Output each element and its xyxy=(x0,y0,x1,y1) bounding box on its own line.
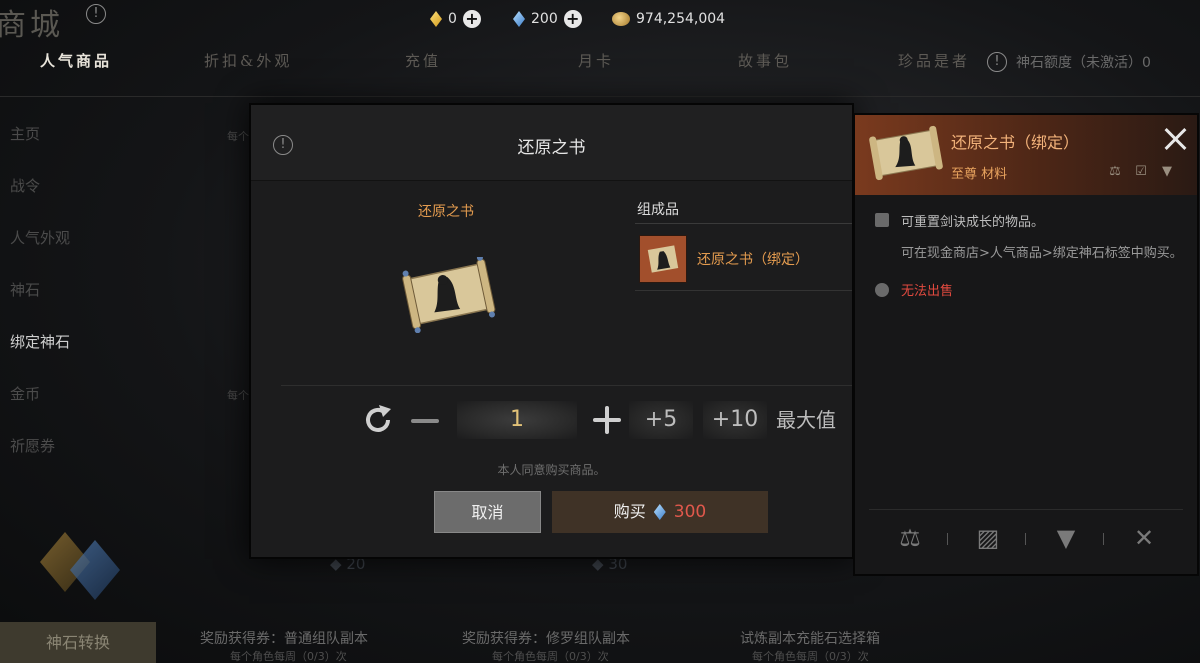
sidebar-item-divine-stone[interactable]: 神石 xyxy=(0,266,170,318)
tab-recharge[interactable]: 充值 xyxy=(405,50,441,71)
quantity-input[interactable]: 1 xyxy=(457,401,577,439)
detail-mini-icons: ⚖ ☑ ▼ xyxy=(1107,165,1175,179)
blue-gem-amount: 200 xyxy=(531,11,558,27)
scroll-item-icon xyxy=(402,257,496,333)
buy-price: 300 xyxy=(673,502,707,522)
plus-5-button[interactable]: +5 xyxy=(629,401,693,439)
description-icon xyxy=(875,213,889,227)
tools-icon[interactable]: ✕ xyxy=(1127,523,1161,553)
currency-gold-coin: 974,254,004 xyxy=(612,8,725,30)
gold-coin-icon xyxy=(612,12,630,26)
sidebar-item-bound-divine-stone[interactable]: 绑定神石 xyxy=(0,318,170,370)
tab-treasure[interactable]: 珍品是者 xyxy=(898,50,970,71)
list-item-title[interactable]: 奖励获得券：普通组队副本 xyxy=(200,628,368,648)
gold-gem-amount: 0 xyxy=(448,11,457,27)
anvil-icon[interactable]: ▼ xyxy=(1049,523,1083,553)
component-row[interactable]: 还原之书（绑定） xyxy=(635,229,852,291)
sidebar-item-home[interactable]: 主页 xyxy=(0,110,170,162)
dialog-header: ! 还原之书 xyxy=(251,105,852,181)
max-quantity-button[interactable]: 最大值 xyxy=(776,401,836,439)
shop-info-icon[interactable]: ! xyxy=(86,4,106,24)
divider xyxy=(281,385,852,386)
sidebar-item-wish-ticket[interactable]: 祈愿券 xyxy=(0,422,170,474)
list-item-title[interactable]: 试炼副本充能石选择箱 xyxy=(740,628,880,648)
add-gold-gem-button[interactable]: + xyxy=(462,10,481,28)
list-item-title[interactable]: 奖励获得券：修罗组队副本 xyxy=(462,628,630,648)
increase-quantity-button[interactable] xyxy=(589,403,625,437)
gold-gem-icon xyxy=(430,11,442,27)
divider xyxy=(635,223,852,224)
detail-header: 还原之书（绑定） 至尊 材料 ⚖ ☑ ▼ xyxy=(855,115,1197,195)
item-detail-panel: 还原之书（绑定） 至尊 材料 ⚖ ☑ ▼ 可重置剑诀成长的物品。 可在现金商店>… xyxy=(853,113,1199,576)
quantity-stepper: 1 +5 +10 最大值 xyxy=(361,401,851,441)
scale-icon[interactable]: ⚖ xyxy=(893,523,927,553)
list-item-limit: 每个角色每周（0/3）次 xyxy=(752,650,869,663)
list-item-limit: 每个角色每周（0/3）次 xyxy=(492,650,609,663)
blue-gem-icon xyxy=(653,504,666,520)
component-scroll-icon xyxy=(639,235,687,283)
currency-gold-gem: 0 + xyxy=(430,8,481,30)
top-bar: 商城 ! 0 + 200 + 974,254,004 xyxy=(0,0,1200,43)
item-name: 还原之书 xyxy=(418,204,474,220)
unsellable-text: 无法出售 xyxy=(901,284,954,299)
buy-button[interactable]: 购买 300 xyxy=(552,491,768,533)
dialog-title: 还原之书 xyxy=(517,138,586,158)
each-label: 每个 xyxy=(227,389,249,402)
tab-monthly-card[interactable]: 月卡 xyxy=(578,50,614,71)
quota-info-icon[interactable]: ! xyxy=(987,52,1007,72)
cancel-button[interactable]: 取消 xyxy=(434,491,541,533)
detail-scroll-icon xyxy=(869,125,943,181)
tab-story-pack[interactable]: 故事包 xyxy=(738,50,792,71)
plus-10-button[interactable]: +10 xyxy=(703,401,767,439)
category-tabs: 人气商品 折扣&外观 充值 月卡 故事包 珍品是者 ! 神石额度（未激活）0 xyxy=(0,50,1200,78)
divider xyxy=(1025,533,1026,545)
sidebar-item-gold[interactable]: 金币 xyxy=(0,370,170,422)
detail-item-grade: 至尊 材料 xyxy=(951,167,1008,182)
item-description: 可重置剑诀成长的物品。 xyxy=(901,215,1045,230)
divider xyxy=(947,533,948,545)
detail-item-name: 还原之书（绑定） xyxy=(951,133,1080,152)
component-name: 还原之书（绑定） xyxy=(697,252,809,268)
reset-quantity-icon[interactable] xyxy=(361,403,395,437)
tab-popular[interactable]: 人气商品 xyxy=(40,50,112,71)
sidebar: 主页 战令 人气外观 神石 绑定神石 金币 祈愿券 xyxy=(0,110,170,474)
quota-text: 神石额度（未激活）0 xyxy=(1016,55,1151,71)
sidebar-item-battle-pass[interactable]: 战令 xyxy=(0,162,170,214)
scale-icon: ⚖ xyxy=(1109,164,1121,179)
detail-actions: ⚖ ▨ ▼ ✕ xyxy=(855,519,1197,559)
divine-stone-crystal-icon xyxy=(40,532,125,602)
agree-text: 本人同意购买商品。 xyxy=(497,463,606,477)
sword-box-icon[interactable]: ▨ xyxy=(971,523,1005,553)
blue-gem-icon xyxy=(513,11,525,27)
sidebar-item-popular-appearance[interactable]: 人气外观 xyxy=(0,214,170,266)
divider xyxy=(1103,533,1104,545)
gold-coin-amount: 974,254,004 xyxy=(636,11,726,27)
purchase-dialog: ! 还原之书 还原之书 组成品 还原之书（绑定） 1 +5 +10 最大值 本人… xyxy=(249,103,854,559)
trade-status-icon xyxy=(875,283,889,297)
divider xyxy=(0,96,1200,97)
add-blue-gem-button[interactable]: + xyxy=(563,10,582,28)
components-header: 组成品 xyxy=(637,202,679,218)
decrease-quantity-button[interactable] xyxy=(407,403,443,437)
tab-discount[interactable]: 折扣&外观 xyxy=(204,50,292,71)
check-box-icon: ☑ xyxy=(1135,164,1147,179)
currency-blue-gem: 200 + xyxy=(513,8,582,30)
list-item-limit: 每个角色每周（0/3）次 xyxy=(230,650,347,663)
each-label: 每个 xyxy=(227,130,249,143)
buy-label: 购买 xyxy=(613,502,646,521)
convert-button[interactable]: 神石转换 xyxy=(0,622,156,663)
bottom-strip: 神石转换 奖励获得券：普通组队副本 每个角色每周（0/3）次 奖励获得券：修罗组… xyxy=(0,618,1200,663)
shop-title: 商城 xyxy=(0,8,64,43)
close-icon[interactable] xyxy=(1161,125,1191,155)
item-source: 可在现金商店>人气商品>绑定神石标签中购买。 xyxy=(901,246,1183,261)
divider xyxy=(869,509,1183,510)
anvil-icon: ▼ xyxy=(1162,164,1172,179)
